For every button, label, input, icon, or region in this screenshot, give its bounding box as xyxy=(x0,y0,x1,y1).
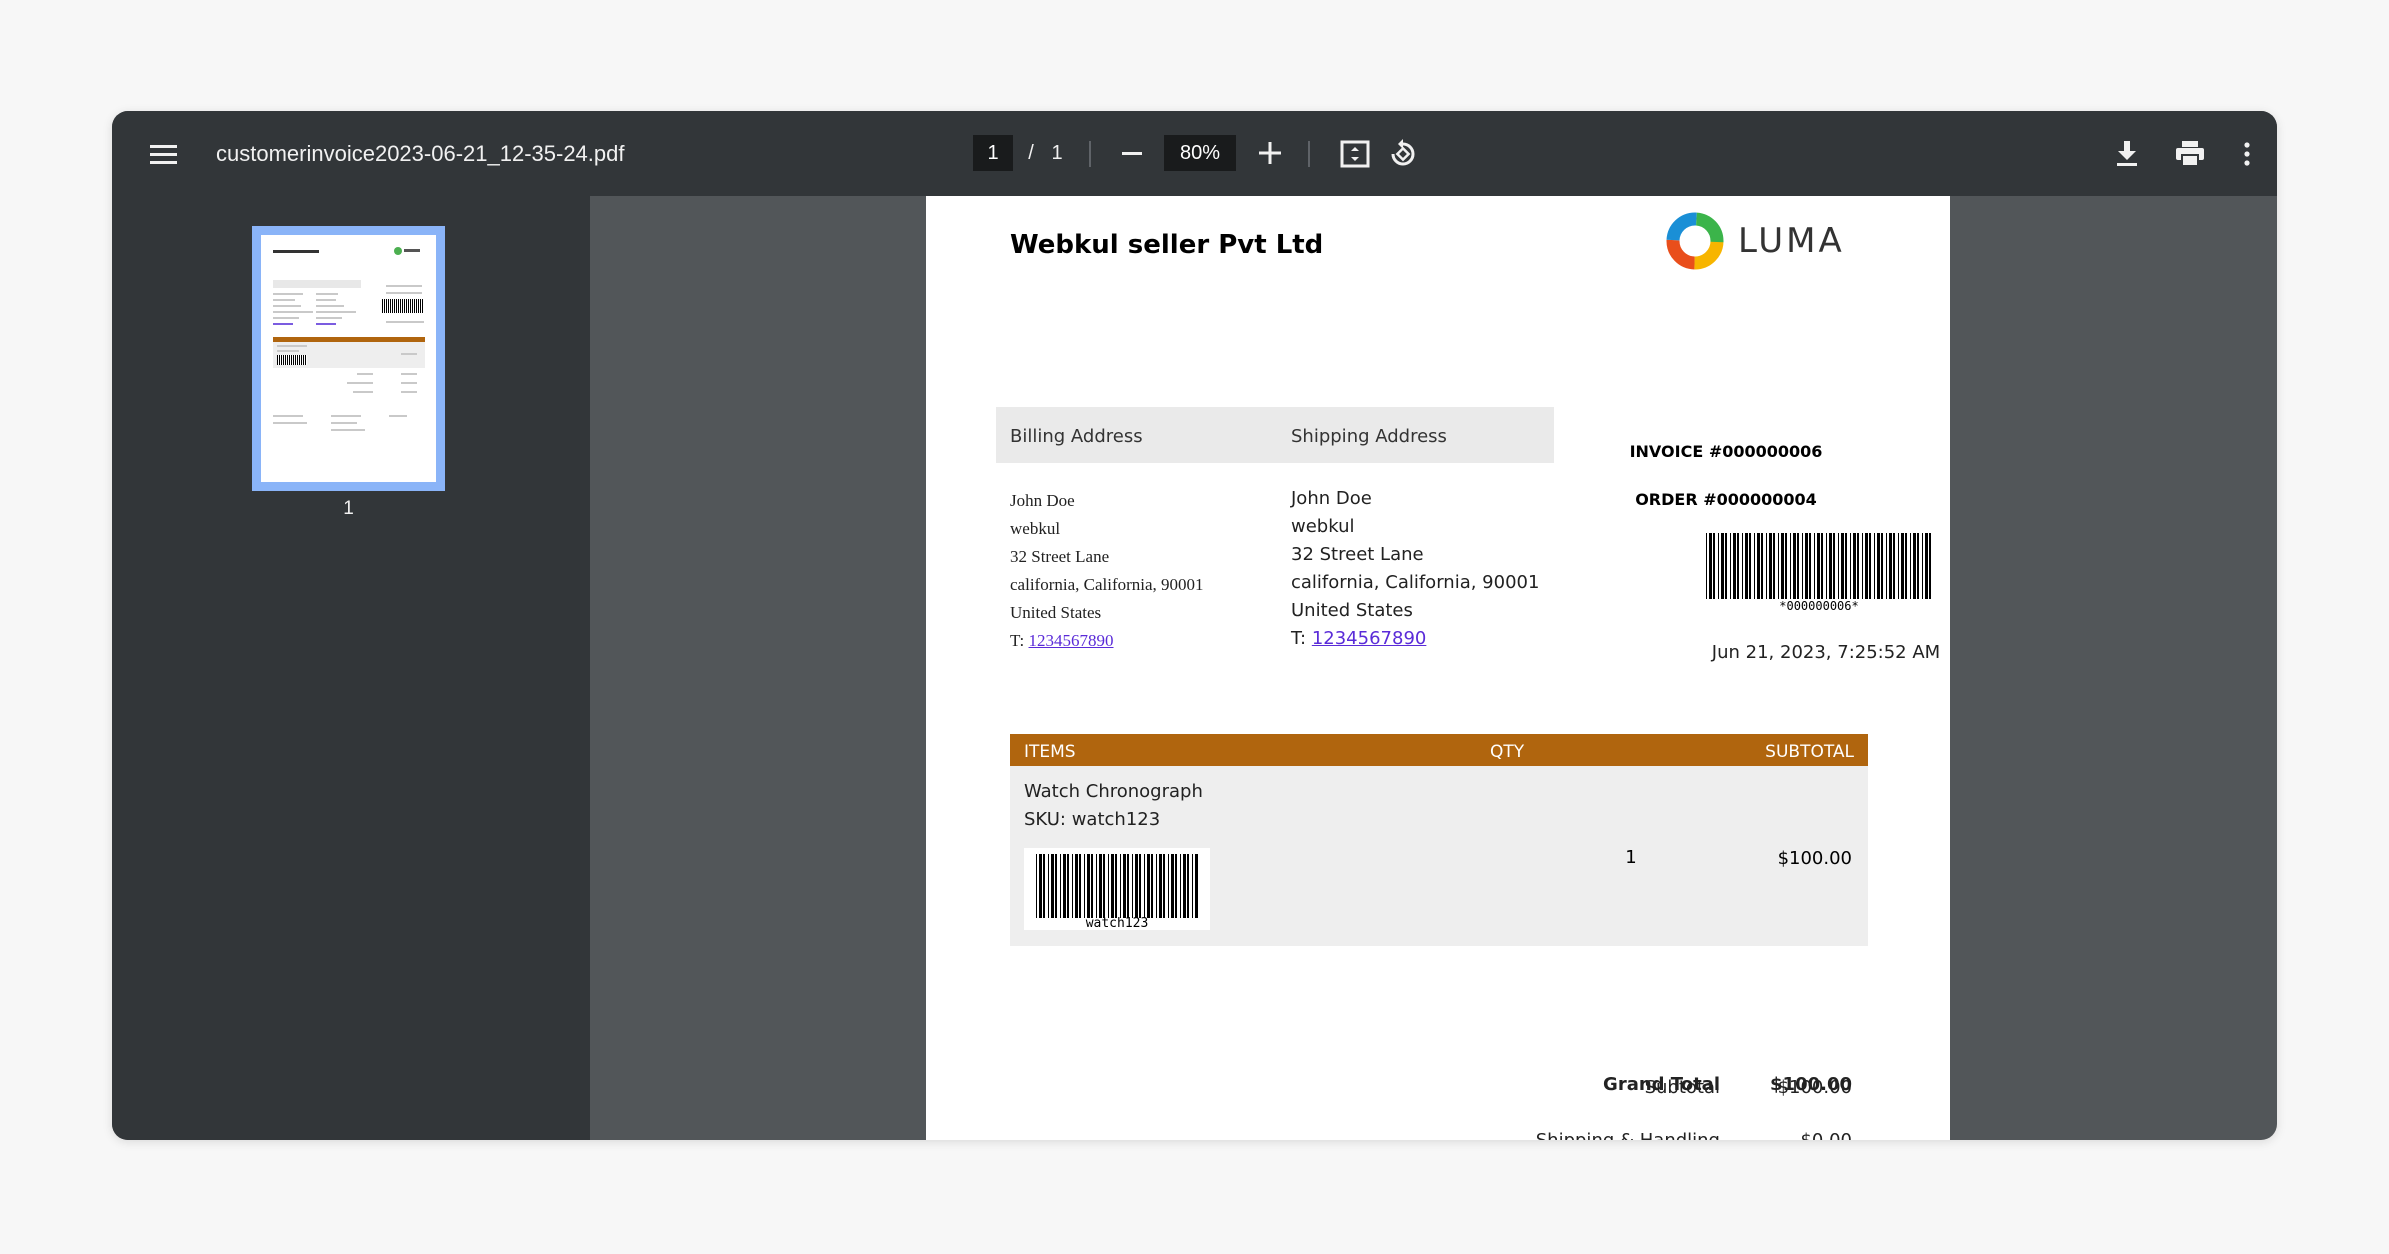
invoice-number: INVOICE #000000006 xyxy=(1629,442,1823,461)
print-button[interactable] xyxy=(2169,133,2211,175)
page-number-input[interactable]: 1 xyxy=(973,135,1013,171)
logo-text: LUMA xyxy=(1738,221,1845,261)
invoice-date: Jun 21, 2023, 7:25:52 AM xyxy=(1711,642,1941,663)
rotate-button[interactable] xyxy=(1382,133,1424,175)
billing-phone-link[interactable]: 1234567890 xyxy=(1029,631,1114,650)
item-qty: 1 xyxy=(1625,847,1637,868)
grand-total-row: Grand Total $100.00 xyxy=(926,1074,1950,1104)
shipping-value: $0.00 xyxy=(1686,1130,1852,1140)
thumbnail-page-preview xyxy=(261,235,436,482)
barcode-graphic xyxy=(1706,533,1931,599)
rotate-icon xyxy=(1391,139,1415,166)
shipping-phone-link[interactable]: 1234567890 xyxy=(1312,628,1427,649)
luma-logo: LUMA xyxy=(1666,212,1845,270)
page-total: 1 xyxy=(1051,141,1063,164)
toolbar: customerinvoice2023-06-21_12-35-24.pdf 1… xyxy=(112,111,2277,196)
item-details: Watch Chronograph SKU: watch123 xyxy=(1024,778,1203,834)
more-vert-icon xyxy=(2244,142,2250,166)
shipping-label: Shipping & Handling xyxy=(1426,1130,1720,1140)
fit-to-page-button[interactable] xyxy=(1334,133,1376,175)
billing-country: United States xyxy=(1010,603,1102,622)
qty-column-header: QTY xyxy=(1490,742,1525,762)
zoom-out-icon xyxy=(1122,151,1142,155)
item-barcode xyxy=(1034,854,1200,918)
billing-name: John Doe xyxy=(1010,491,1075,510)
page-thumbnail[interactable] xyxy=(252,226,445,491)
menu-button[interactable] xyxy=(142,133,184,175)
item-subtotal: $100.00 xyxy=(1777,848,1852,869)
item-name: Watch Chronograph xyxy=(1024,781,1203,802)
invoice-barcode-caption: *000000006* xyxy=(1779,599,1859,613)
thumbnail-sidebar: 1 xyxy=(112,196,590,1140)
pdf-viewer: customerinvoice2023-06-21_12-35-24.pdf 1… xyxy=(112,111,2277,1140)
billing-company: webkul xyxy=(1010,519,1061,538)
pdf-page: Webkul seller Pvt Ltd LUMA Billing Addre… xyxy=(926,196,1950,1140)
billing-phone-prefix: T: xyxy=(1010,631,1025,650)
item-barcode-caption: watch123 xyxy=(1085,916,1149,931)
download-icon xyxy=(2117,141,2137,166)
shipping-country: United States xyxy=(1291,600,1413,621)
item-barcode-graphic xyxy=(1036,854,1198,918)
zoom-in-icon xyxy=(1259,142,1281,164)
toolbar-divider xyxy=(1089,141,1091,167)
shipping-company: webkul xyxy=(1291,516,1355,537)
invoice-barcode xyxy=(1704,533,1934,599)
shipping-name: John Doe xyxy=(1291,488,1372,509)
print-icon xyxy=(2176,141,2204,167)
billing-address-heading: Billing Address xyxy=(1010,426,1143,447)
toolbar-divider xyxy=(1308,141,1310,167)
zoom-out-button[interactable] xyxy=(1112,133,1152,173)
fit-page-icon xyxy=(1340,140,1370,168)
zoom-level-input[interactable]: 80% xyxy=(1164,135,1236,171)
document-filename: customerinvoice2023-06-21_12-35-24.pdf xyxy=(216,141,625,166)
luma-logo-icon xyxy=(1666,212,1724,270)
items-column-header: ITEMS xyxy=(1024,742,1076,762)
thumbnail-page-number: 1 xyxy=(343,498,354,519)
more-options-button[interactable] xyxy=(2232,133,2262,175)
order-number: ORDER #000000004 xyxy=(1635,490,1817,509)
billing-street: 32 Street Lane xyxy=(1010,547,1110,566)
billing-address: John Doe webkul 32 Street Lane californi… xyxy=(1010,487,1204,655)
download-button[interactable] xyxy=(2106,133,2148,175)
billing-city: california, California, 90001 xyxy=(1010,575,1204,594)
grand-total-label: Grand Total xyxy=(1603,1074,1720,1095)
shipping-address-heading: Shipping Address xyxy=(1291,426,1447,447)
subtotal-column-header: SUBTOTAL xyxy=(1765,742,1854,762)
shipping-street: 32 Street Lane xyxy=(1291,544,1424,565)
menu-icon xyxy=(149,142,177,166)
shipping-city: california, California, 90001 xyxy=(1291,572,1540,593)
items-table-header: ITEMS QTY SUBTOTAL xyxy=(1010,734,1868,766)
zoom-in-button[interactable] xyxy=(1250,133,1290,173)
item-sku: SKU: watch123 xyxy=(1024,809,1161,830)
company-name: Webkul seller Pvt Ltd xyxy=(1010,230,1324,260)
shipping-address: John Doe webkul 32 Street Lane californi… xyxy=(1291,485,1539,653)
grand-total-value: $100.00 xyxy=(1770,1074,1852,1095)
shipping-phone-prefix: T: xyxy=(1291,628,1307,649)
